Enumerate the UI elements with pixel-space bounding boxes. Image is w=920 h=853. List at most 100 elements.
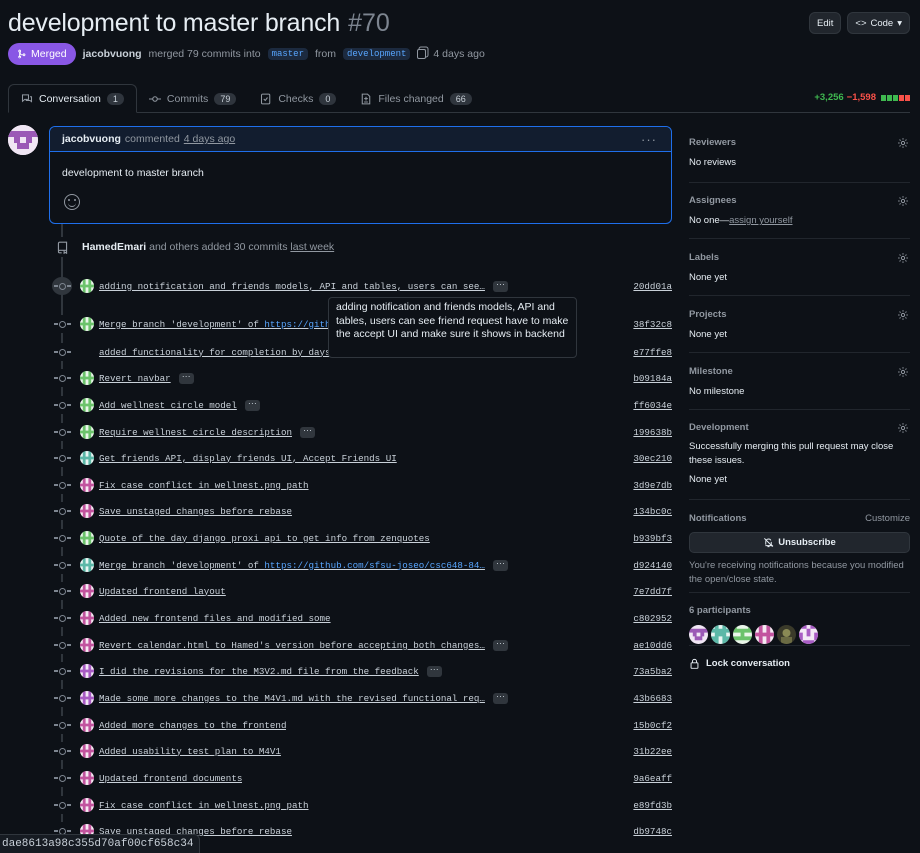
commit-author-avatar[interactable] bbox=[80, 611, 94, 625]
commit-sha-link[interactable]: ff6034e bbox=[633, 400, 672, 411]
commit-author-avatar[interactable] bbox=[80, 398, 94, 412]
expand-message-button[interactable]: ··· bbox=[244, 398, 260, 411]
commit-author-avatar[interactable] bbox=[80, 371, 94, 385]
commit-sha-link[interactable]: 7e7dd7f bbox=[633, 586, 672, 597]
commit-message-link[interactable]: Get friends API, display friends UI, Acc… bbox=[99, 453, 397, 464]
commit-sha-link[interactable]: c802952 bbox=[633, 613, 672, 624]
commit-author-avatar[interactable] bbox=[80, 478, 94, 492]
lock-conversation-button[interactable]: Lock conversation bbox=[689, 658, 910, 669]
participant-avatar[interactable] bbox=[733, 625, 752, 644]
sidebar-title[interactable]: Assignees bbox=[689, 195, 910, 206]
base-branch[interactable]: master bbox=[267, 48, 308, 60]
gear-icon[interactable] bbox=[897, 252, 909, 264]
avatar[interactable] bbox=[8, 125, 38, 155]
tab-files-changed[interactable]: Files changed 66 bbox=[348, 84, 483, 113]
commit-sha-link[interactable]: b939bf3 bbox=[633, 533, 672, 544]
comment-time[interactable]: 4 days ago bbox=[184, 133, 235, 145]
sidebar-title[interactable]: Development bbox=[689, 422, 910, 433]
copy-icon[interactable] bbox=[417, 49, 427, 59]
add-reaction-icon[interactable] bbox=[64, 194, 80, 210]
commit-sha-link[interactable]: 3d9e7db bbox=[633, 480, 672, 491]
tab-conversation[interactable]: Conversation 1 bbox=[8, 84, 137, 113]
commit-author-avatar[interactable] bbox=[80, 531, 94, 545]
commit-sha-link[interactable]: 134bc0c bbox=[633, 506, 672, 517]
tab-commits[interactable]: Commits 79 bbox=[137, 84, 248, 113]
kebab-menu-icon[interactable]: ··· bbox=[641, 132, 657, 147]
commit-message-link[interactable]: Made some more changes to the M4V1.md wi… bbox=[99, 693, 485, 704]
commit-sha-link[interactable]: db9748c bbox=[633, 826, 672, 837]
code-button[interactable]: <> Code ▾ bbox=[847, 12, 910, 34]
commit-message-link[interactable]: Added usability test plan to M4V1 bbox=[99, 746, 281, 757]
commit-message-link[interactable]: Require wellnest circle description bbox=[99, 427, 292, 438]
comment-author[interactable]: jacobvuong bbox=[62, 133, 121, 145]
commit-message-link[interactable]: added functionality for completion by da… bbox=[99, 347, 331, 358]
commit-message-link[interactable]: Save unstaged changes before rebase bbox=[99, 506, 292, 517]
commit-author-avatar[interactable] bbox=[80, 638, 94, 652]
gear-icon[interactable] bbox=[897, 366, 909, 378]
expand-message-button[interactable]: ··· bbox=[299, 425, 315, 438]
commit-message-link[interactable]: Merge branch 'development' of https://gi… bbox=[99, 560, 485, 571]
expand-message-button[interactable]: ··· bbox=[492, 638, 508, 651]
commit-message-link[interactable]: I did the revisions for the M3V2.md file… bbox=[99, 666, 419, 677]
commit-sha-link[interactable]: 43b6683 bbox=[633, 693, 672, 704]
commit-sha-link[interactable]: 15b0cf2 bbox=[633, 720, 672, 731]
commit-author-avatar[interactable] bbox=[80, 718, 94, 732]
unsubscribe-button[interactable]: Unsubscribe bbox=[689, 532, 910, 553]
gear-icon[interactable] bbox=[897, 309, 909, 321]
expand-message-button[interactable]: ··· bbox=[178, 371, 194, 384]
commit-message-link[interactable]: Fix case conflict in wellnest.png path bbox=[99, 800, 309, 811]
participant-avatar[interactable] bbox=[799, 625, 818, 644]
commit-author-avatar[interactable] bbox=[80, 771, 94, 785]
commit-message-link[interactable]: Updated frontend documents bbox=[99, 773, 242, 784]
pr-author-link[interactable]: jacobvuong bbox=[83, 48, 142, 60]
commit-message-link[interactable]: Fix case conflict in wellnest.png path bbox=[99, 480, 309, 491]
commit-message-link[interactable]: Revert navbar bbox=[99, 373, 171, 384]
commit-sha-link[interactable]: 199638b bbox=[633, 427, 672, 438]
commit-author-avatar[interactable] bbox=[80, 798, 94, 812]
sidebar-title[interactable]: Labels bbox=[689, 252, 910, 263]
expand-message-button[interactable]: ··· bbox=[492, 691, 508, 704]
gear-icon[interactable] bbox=[897, 195, 909, 207]
gear-icon[interactable] bbox=[897, 137, 909, 149]
commit-sha-link[interactable]: e89fd3b bbox=[633, 800, 672, 811]
commit-author-avatar[interactable] bbox=[80, 279, 94, 293]
added-commits-time[interactable]: last week bbox=[290, 241, 334, 253]
commit-author-avatar[interactable] bbox=[80, 691, 94, 705]
commit-sha-link[interactable]: b09184a bbox=[633, 373, 672, 384]
participant-avatar[interactable] bbox=[777, 625, 796, 644]
commit-sha-link[interactable]: d924140 bbox=[633, 560, 672, 571]
commit-message-link[interactable]: Added more changes to the frontend bbox=[99, 720, 286, 731]
commit-author-avatar[interactable] bbox=[80, 664, 94, 678]
sidebar-title[interactable]: Reviewers bbox=[689, 137, 910, 148]
expand-message-button[interactable]: ··· bbox=[492, 279, 508, 292]
commit-message-link[interactable]: adding notification and friends models, … bbox=[99, 281, 485, 292]
commit-sha-link[interactable]: 73a5ba2 bbox=[633, 666, 672, 677]
expand-message-button[interactable]: ··· bbox=[492, 558, 508, 571]
gear-icon[interactable] bbox=[897, 422, 909, 434]
commit-sha-link[interactable]: 9a6eaff bbox=[633, 773, 672, 784]
edit-button[interactable]: Edit bbox=[809, 12, 842, 34]
participant-avatar[interactable] bbox=[755, 625, 774, 644]
commit-author-avatar[interactable] bbox=[80, 317, 94, 331]
commit-author-avatar[interactable] bbox=[80, 584, 94, 598]
commit-message-link[interactable]: Quote of the day django proxi api to get… bbox=[99, 533, 430, 544]
commit-author-avatar[interactable] bbox=[80, 425, 94, 439]
commit-sha-link[interactable]: ae10dd6 bbox=[633, 640, 672, 651]
commit-sha-link[interactable]: 31b22ee bbox=[633, 746, 672, 757]
participant-avatar[interactable] bbox=[689, 625, 708, 644]
customize-link[interactable]: Customize bbox=[865, 513, 910, 524]
expand-message-button[interactable]: ··· bbox=[426, 664, 442, 677]
added-commits-author[interactable]: HamedEmari bbox=[82, 241, 146, 253]
commit-sha-link[interactable]: e77ffe8 bbox=[633, 347, 672, 358]
commit-author-avatar[interactable] bbox=[80, 504, 94, 518]
commit-sha-link[interactable]: 38f32c8 bbox=[633, 319, 672, 330]
participant-avatar[interactable] bbox=[711, 625, 730, 644]
commit-url-link[interactable]: https://github.com/sfsu-joseo/csc648-84… bbox=[264, 560, 485, 571]
commit-message-link[interactable]: Add wellnest circle model bbox=[99, 400, 237, 411]
tab-checks[interactable]: Checks 0 bbox=[248, 84, 348, 113]
commit-author-avatar[interactable] bbox=[80, 744, 94, 758]
commit-sha-link[interactable]: 30ec210 bbox=[633, 453, 672, 464]
commit-sha-link[interactable]: 20dd01a bbox=[633, 281, 672, 292]
sidebar-title[interactable]: Projects bbox=[689, 309, 910, 320]
head-branch[interactable]: development bbox=[342, 48, 411, 60]
